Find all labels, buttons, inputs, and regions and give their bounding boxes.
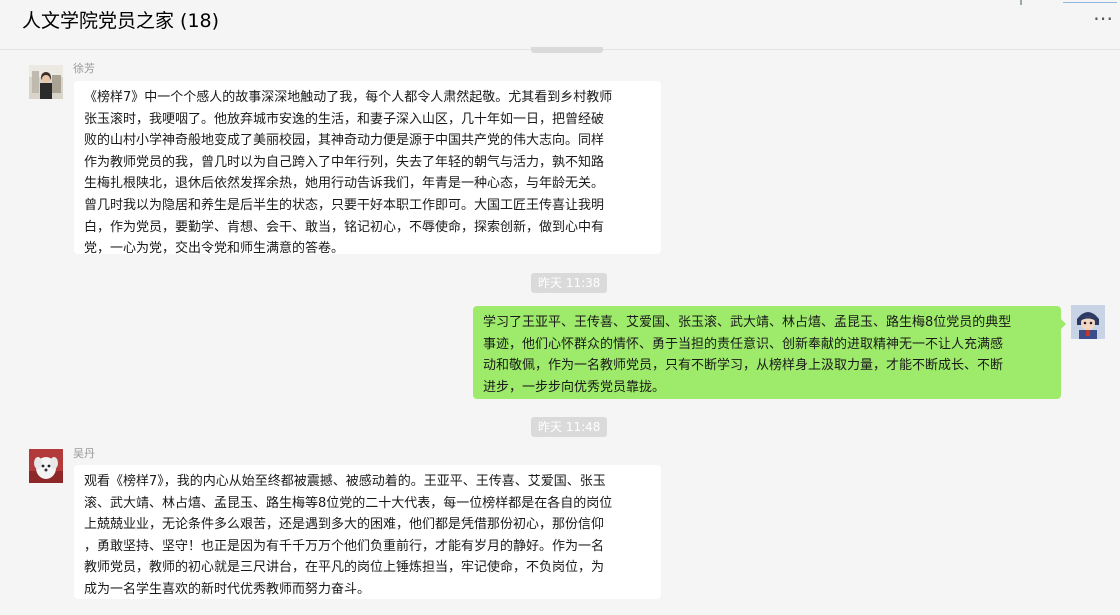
person-photo-avatar-icon	[29, 65, 63, 99]
sender-name: 徐芳	[73, 62, 95, 75]
message-line: 作为教师党员的我，曾几时以为自己跨入了中年行列，失去了年轻的朝气与活力，孰不知路	[84, 154, 605, 170]
message-line: 教师党员，教师的初心就是三尺讲台，在平凡的岗位上锤炼担当，牢记使命，不负岗位，为	[84, 560, 605, 576]
message-bubble-self[interactable]: 学习了王亚平、王传喜、艾爱国、张玉滚、武大靖、林占熺、孟昆玉、路生梅8位党员的典…	[473, 306, 1061, 399]
chat-header: 人文学院党员之家 (18) ⋯	[0, 0, 1120, 50]
message-line: 败的山村小学神奇般地变成了美丽校园，其神奇动力便是源于中国共产党的伟大志向。同样	[84, 133, 605, 149]
previous-timestamp-pill	[531, 47, 603, 53]
sender-name: 吴丹	[73, 447, 95, 460]
avatar[interactable]	[29, 449, 63, 483]
message-line: 上兢兢业业，无论条件多么艰苦，还是遇到多大的困难，他们都是凭借那份初心，那份信仰	[84, 517, 605, 533]
timestamp-pill: 昨天 11:48	[531, 417, 608, 437]
message-line: 进步，一步步向优秀党员靠拢。	[483, 379, 666, 395]
more-options-icon[interactable]: ⋯	[1093, 8, 1114, 28]
message-line: 成为一名学生喜欢的新时代优秀教师而努力奋斗。	[84, 581, 371, 597]
anime-character-avatar-icon	[1071, 305, 1105, 339]
message-line: 张玉滚时，我哽咽了。他放弃城市安逸的生活，和妻子深入山区，几十年如一日，把曾经破	[84, 111, 605, 127]
message-line: 《榜样7》中一个个感人的故事深深地触动了我，每个人都令人肃然起敬。尤其看到乡村教…	[84, 90, 613, 105]
avatar-self[interactable]	[1071, 305, 1105, 339]
message-line: 党，一心为党，交出令党和师生满意的答卷。	[84, 241, 345, 254]
message-bubble[interactable]: 《榜样7》中一个个感人的故事深深地触动了我，每个人都令人肃然起敬。尤其看到乡村教…	[74, 81, 661, 254]
window-edge-mark	[1063, 0, 1117, 3]
message-bubble[interactable]: 观看《榜样7》，我的内心从始至终都被震撼、被感动着的。王亚平、王传喜、艾爱国、张…	[74, 465, 661, 599]
chat-title: 人文学院党员之家 (18)	[22, 10, 220, 32]
message-line: 白，作为党员，要勤学、肯想、会干、敢当，铭记初心，不辱使命，探索创新，做到心中有	[84, 219, 605, 235]
bubble-tail	[1060, 318, 1066, 330]
timestamp-pill: 昨天 11:38	[531, 273, 608, 293]
avatar[interactable]	[29, 65, 63, 99]
message-line: 滚、武大靖、林占熺、孟昆玉、路生梅等8位党的二十大代表，每一位榜样都是在各自的岗…	[84, 495, 613, 511]
message-line: 生梅扎根陕北，退休后依然发挥余热，她用行动告诉我们，年青是一种心态，与年龄无关。	[84, 176, 605, 192]
message-line: 观看《榜样7》，我的内心从始至终都被震撼、被感动着的。王亚平、王传喜、艾爱国、张…	[84, 474, 606, 489]
white-dog-avatar-icon	[29, 449, 63, 483]
message-line: 事迹，他们心怀群众的情怀、勇于当担的责任意识、创新奉献的进取精神无一不让人充满感	[483, 336, 1004, 352]
message-line: 曾几时我以为隐居和养生是后半生的状态，只要干好本职工作即可。大国工匠王传喜让我明	[84, 197, 605, 213]
window-edge-mark	[1020, 0, 1022, 5]
message-line: 动和敬佩，作为一名教师党员，只有不断学习，从榜样身上汲取力量，才能不断成长、不断	[483, 358, 1004, 374]
message-line: ，勇敢坚持、坚守！也正是因为有千千万万个他们负重前行，才能有岁月的静好。作为一名	[84, 538, 605, 554]
message-line: 学习了王亚平、王传喜、艾爱国、张玉滚、武大靖、林占熺、孟昆玉、路生梅8位党员的典…	[483, 315, 1012, 330]
